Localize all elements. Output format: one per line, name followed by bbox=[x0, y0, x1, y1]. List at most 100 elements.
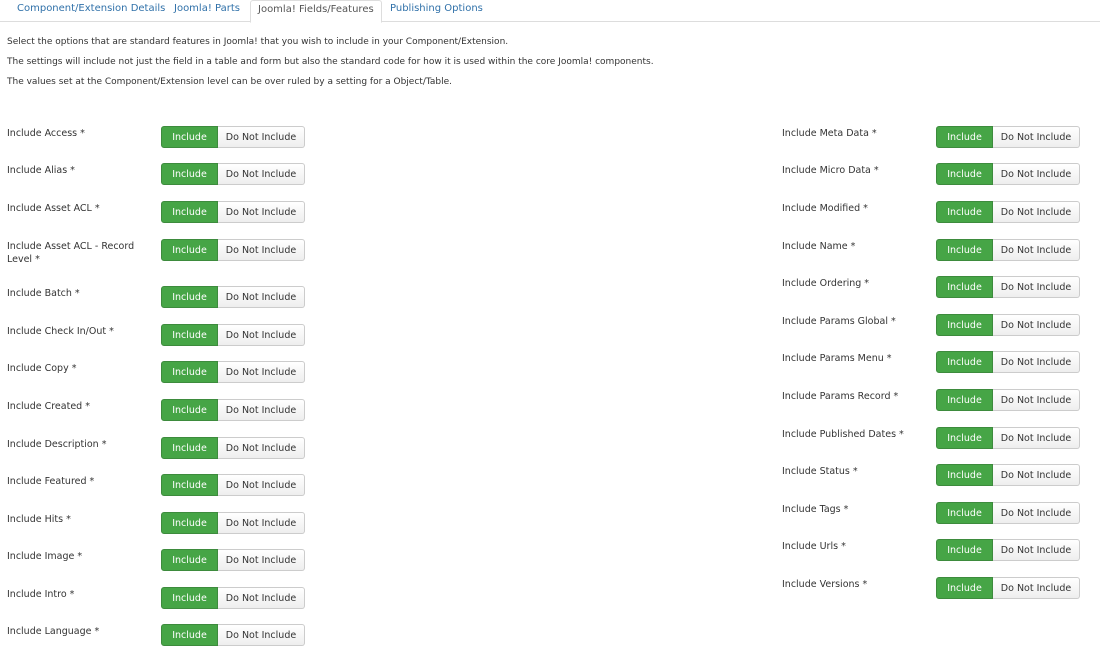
do-not-include-button[interactable]: Do Not Include bbox=[218, 324, 305, 346]
include-button[interactable]: Include bbox=[161, 512, 218, 534]
tab-bar: Component/Extension Details Joomla! Part… bbox=[0, 0, 1100, 23]
do-not-include-button[interactable]: Do Not Include bbox=[993, 427, 1080, 449]
toggle-include-name: Include Do Not Include bbox=[936, 239, 1080, 261]
include-button[interactable]: Include bbox=[936, 389, 993, 411]
description-line-3: The values set at the Component/Extensio… bbox=[7, 77, 452, 87]
do-not-include-button[interactable]: Do Not Include bbox=[993, 126, 1080, 148]
do-not-include-button[interactable]: Do Not Include bbox=[218, 163, 305, 185]
include-button[interactable]: Include bbox=[161, 624, 218, 646]
include-button[interactable]: Include bbox=[936, 163, 993, 185]
include-button[interactable]: Include bbox=[161, 587, 218, 609]
include-button[interactable]: Include bbox=[936, 201, 993, 223]
include-button[interactable]: Include bbox=[161, 399, 218, 421]
do-not-include-button[interactable]: Do Not Include bbox=[993, 276, 1080, 298]
toggle-include-description: Include Do Not Include bbox=[161, 437, 305, 459]
toggle-include-asset-acl-record-level: Include Do Not Include bbox=[161, 239, 305, 261]
do-not-include-button[interactable]: Do Not Include bbox=[993, 539, 1080, 561]
do-not-include-button[interactable]: Do Not Include bbox=[993, 314, 1080, 336]
do-not-include-button[interactable]: Do Not Include bbox=[993, 239, 1080, 261]
toggle-include-language: Include Do Not Include bbox=[161, 624, 305, 646]
label-include-asset-acl: Include Asset ACL * bbox=[7, 203, 100, 214]
include-button[interactable]: Include bbox=[161, 201, 218, 223]
include-button[interactable]: Include bbox=[161, 126, 218, 148]
do-not-include-button[interactable]: Do Not Include bbox=[993, 201, 1080, 223]
do-not-include-button[interactable]: Do Not Include bbox=[993, 577, 1080, 599]
label-include-image: Include Image * bbox=[7, 551, 83, 562]
do-not-include-button[interactable]: Do Not Include bbox=[993, 389, 1080, 411]
label-include-check-in-out: Include Check In/Out * bbox=[7, 326, 114, 337]
label-include-urls: Include Urls * bbox=[782, 541, 846, 552]
label-include-copy: Include Copy * bbox=[7, 363, 77, 374]
label-include-description: Include Description * bbox=[7, 439, 107, 450]
include-button[interactable]: Include bbox=[161, 549, 218, 571]
do-not-include-button[interactable]: Do Not Include bbox=[218, 437, 305, 459]
label-include-params-global: Include Params Global * bbox=[782, 316, 896, 327]
do-not-include-button[interactable]: Do Not Include bbox=[993, 502, 1080, 524]
include-button[interactable]: Include bbox=[161, 474, 218, 496]
do-not-include-button[interactable]: Do Not Include bbox=[218, 361, 305, 383]
do-not-include-button[interactable]: Do Not Include bbox=[218, 126, 305, 148]
include-button[interactable]: Include bbox=[936, 577, 993, 599]
toggle-include-status: Include Do Not Include bbox=[936, 464, 1080, 486]
include-button[interactable]: Include bbox=[161, 239, 218, 261]
do-not-include-button[interactable]: Do Not Include bbox=[993, 464, 1080, 486]
label-include-micro-data: Include Micro Data * bbox=[782, 165, 879, 176]
label-include-featured: Include Featured * bbox=[7, 476, 95, 487]
do-not-include-button[interactable]: Do Not Include bbox=[993, 351, 1080, 373]
label-include-language: Include Language * bbox=[7, 626, 100, 637]
toggle-include-image: Include Do Not Include bbox=[161, 549, 305, 571]
toggle-include-versions: Include Do Not Include bbox=[936, 577, 1080, 599]
include-button[interactable]: Include bbox=[936, 351, 993, 373]
label-include-batch: Include Batch * bbox=[7, 288, 80, 299]
do-not-include-button[interactable]: Do Not Include bbox=[218, 587, 305, 609]
do-not-include-button[interactable]: Do Not Include bbox=[218, 239, 305, 261]
label-include-modified: Include Modified * bbox=[782, 203, 868, 214]
toggle-include-batch: Include Do Not Include bbox=[161, 286, 305, 308]
include-button[interactable]: Include bbox=[936, 314, 993, 336]
include-button[interactable]: Include bbox=[936, 239, 993, 261]
label-include-params-menu: Include Params Menu * bbox=[782, 353, 892, 364]
do-not-include-button[interactable]: Do Not Include bbox=[218, 624, 305, 646]
toggle-include-published-dates: Include Do Not Include bbox=[936, 427, 1080, 449]
label-include-published-dates: Include Published Dates * bbox=[782, 429, 904, 440]
include-button[interactable]: Include bbox=[161, 286, 218, 308]
tab-publishing-options[interactable]: Publishing Options bbox=[383, 0, 490, 22]
do-not-include-button[interactable]: Do Not Include bbox=[218, 512, 305, 534]
do-not-include-button[interactable]: Do Not Include bbox=[993, 163, 1080, 185]
include-button[interactable]: Include bbox=[161, 361, 218, 383]
label-include-ordering: Include Ordering * bbox=[782, 278, 870, 289]
tab-component-extension-details[interactable]: Component/Extension Details bbox=[10, 0, 172, 22]
toggle-include-tags: Include Do Not Include bbox=[936, 502, 1080, 524]
label-include-versions: Include Versions * bbox=[782, 579, 868, 590]
include-button[interactable]: Include bbox=[936, 502, 993, 524]
label-include-alias: Include Alias * bbox=[7, 165, 75, 176]
toggle-include-alias: Include Do Not Include bbox=[161, 163, 305, 185]
include-button[interactable]: Include bbox=[936, 464, 993, 486]
toggle-include-featured: Include Do Not Include bbox=[161, 474, 305, 496]
toggle-include-ordering: Include Do Not Include bbox=[936, 276, 1080, 298]
label-include-intro: Include Intro * bbox=[7, 589, 75, 600]
do-not-include-button[interactable]: Do Not Include bbox=[218, 474, 305, 496]
toggle-include-asset-acl: Include Do Not Include bbox=[161, 201, 305, 223]
include-button[interactable]: Include bbox=[936, 276, 993, 298]
toggle-include-urls: Include Do Not Include bbox=[936, 539, 1080, 561]
include-button[interactable]: Include bbox=[161, 437, 218, 459]
tab-joomla-fields-features[interactable]: Joomla! Fields/Features bbox=[250, 0, 382, 23]
do-not-include-button[interactable]: Do Not Include bbox=[218, 201, 305, 223]
do-not-include-button[interactable]: Do Not Include bbox=[218, 549, 305, 571]
label-include-asset-acl-record-level: Include Asset ACL - Record Level * bbox=[7, 241, 135, 265]
toggle-include-micro-data: Include Do Not Include bbox=[936, 163, 1080, 185]
include-button[interactable]: Include bbox=[161, 163, 218, 185]
include-button[interactable]: Include bbox=[936, 126, 993, 148]
toggle-include-modified: Include Do Not Include bbox=[936, 201, 1080, 223]
tab-joomla-parts[interactable]: Joomla! Parts bbox=[167, 0, 247, 22]
include-button[interactable]: Include bbox=[936, 427, 993, 449]
toggle-include-params-menu: Include Do Not Include bbox=[936, 351, 1080, 373]
toggle-include-meta-data: Include Do Not Include bbox=[936, 126, 1080, 148]
do-not-include-button[interactable]: Do Not Include bbox=[218, 286, 305, 308]
include-button[interactable]: Include bbox=[936, 539, 993, 561]
include-button[interactable]: Include bbox=[161, 324, 218, 346]
do-not-include-button[interactable]: Do Not Include bbox=[218, 399, 305, 421]
toggle-include-params-record: Include Do Not Include bbox=[936, 389, 1080, 411]
label-include-tags: Include Tags * bbox=[782, 504, 849, 515]
